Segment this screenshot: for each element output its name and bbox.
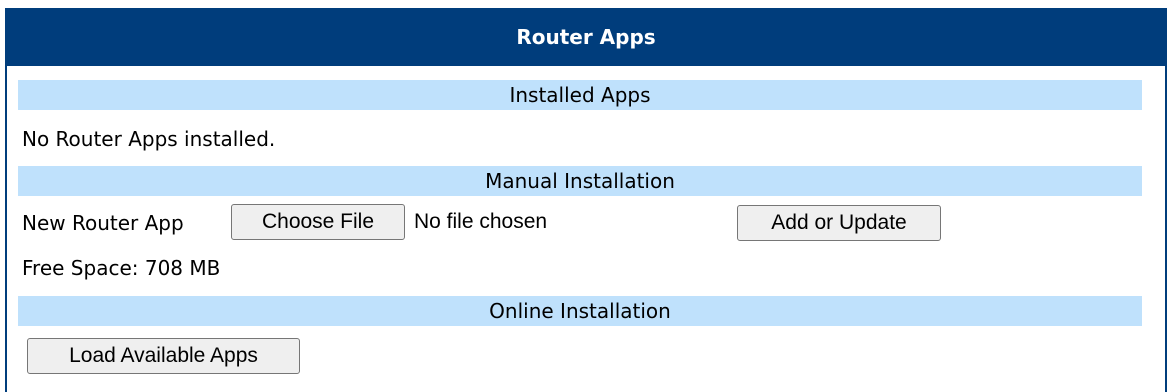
no-apps-installed-text: No Router Apps installed. xyxy=(22,127,276,151)
manual-installation-heading: Manual Installation xyxy=(18,166,1142,196)
new-router-app-label: New Router App xyxy=(22,211,184,235)
online-installation-heading: Online Installation xyxy=(18,296,1142,326)
add-or-update-button[interactable]: Add or Update xyxy=(737,205,941,241)
file-chosen-status: No file chosen xyxy=(414,210,548,233)
load-available-apps-button[interactable]: Load Available Apps xyxy=(27,338,300,374)
free-space-text: Free Space: 708 MB xyxy=(22,256,221,280)
router-apps-panel: Router Apps xyxy=(5,8,1167,392)
panel-title: Router Apps xyxy=(7,8,1165,66)
installed-apps-heading: Installed Apps xyxy=(18,80,1142,110)
choose-file-button[interactable]: Choose File xyxy=(231,204,405,240)
